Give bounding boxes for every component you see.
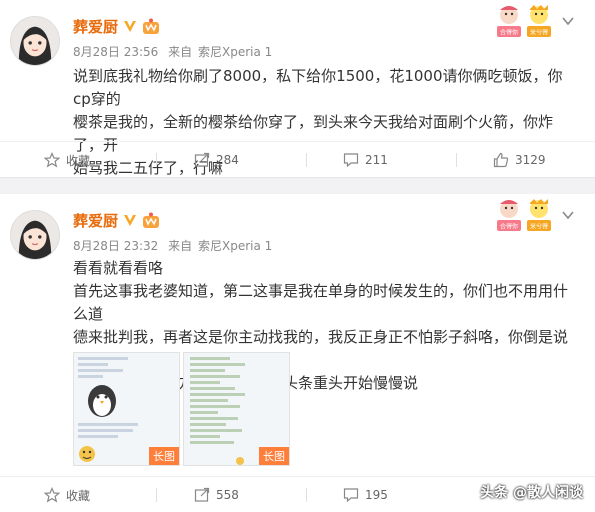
long-image-tag: 长图	[259, 447, 289, 465]
favorite-button[interactable]: 收藏	[44, 477, 90, 512]
comment-icon	[343, 153, 359, 168]
post-text-line: 首先这事我老婆知道，第二这事是我在单身的时候发生的，你们也不用用什么道	[73, 282, 569, 323]
divider	[156, 488, 157, 502]
sticker-left-label: 合得你	[500, 29, 518, 37]
weibo-post: 葬爱厨 8月28日 23:32 来自 索尼Xperia 1 合得你 米兮得 看看…	[0, 194, 595, 512]
sticker-right: 米兮得	[525, 198, 553, 232]
chevron-down-icon[interactable]	[561, 208, 575, 222]
repost-icon	[194, 487, 210, 502]
repost-count: 284	[216, 153, 239, 167]
repost-button[interactable]: 284	[194, 142, 239, 178]
sticker-right-label: 米兮得	[530, 223, 548, 231]
star-icon	[44, 487, 60, 503]
card-stickers: 合得你 米兮得	[495, 4, 553, 38]
comment-button[interactable]: 211	[343, 142, 388, 178]
action-bar: 收藏 284 211 3129	[0, 141, 595, 177]
post-source: 索尼Xperia 1	[197, 45, 273, 59]
source-prefix: 来自	[168, 239, 193, 253]
chevron-down-icon[interactable]	[561, 14, 575, 28]
like-button[interactable]: 3129	[493, 142, 546, 178]
watermark: 头条 @散人闲谈	[480, 485, 583, 501]
repost-count: 558	[216, 488, 239, 502]
post-meta: 8月28日 23:32 来自 索尼Xperia 1	[73, 237, 278, 254]
divider	[156, 153, 157, 167]
vip-crown-icon	[143, 212, 160, 228]
post-time[interactable]: 8月28日 23:32	[73, 239, 158, 253]
sticker-left: 合得你	[495, 198, 523, 232]
comment-count: 195	[365, 488, 388, 502]
vip-crown-icon	[143, 18, 160, 34]
divider	[306, 153, 307, 167]
thumbs-up-icon	[493, 152, 509, 168]
post-source: 索尼Xperia 1	[197, 239, 273, 253]
long-image-thumbnail[interactable]: 长图	[183, 352, 290, 466]
comment-button[interactable]: 195	[343, 477, 388, 512]
verified-v-icon	[124, 21, 137, 32]
favorite-label: 收藏	[66, 153, 91, 168]
favorite-label: 收藏	[66, 488, 91, 503]
favorite-button[interactable]: 收藏	[44, 142, 90, 178]
author-name[interactable]: 葬爱厨	[73, 16, 118, 37]
author-name[interactable]: 葬爱厨	[73, 210, 118, 231]
divider	[306, 488, 307, 502]
long-image-tag: 长图	[149, 447, 179, 465]
avatar[interactable]	[10, 16, 60, 66]
sticker-left-label: 合得你	[500, 223, 518, 231]
author-row: 葬爱厨	[73, 15, 160, 37]
sticker-right: 米兮得	[525, 4, 553, 38]
repost-button[interactable]: 558	[194, 477, 239, 512]
divider	[456, 153, 457, 167]
long-image-thumbnail[interactable]: 长图	[73, 352, 180, 466]
source-prefix: 来自	[168, 45, 193, 59]
avatar[interactable]	[10, 210, 60, 260]
post-text-line: 说到底我礼物给你刷了8000，私下给你1500，花1000请你俩吃顿饭，你cp穿…	[73, 67, 563, 108]
sticker-left: 合得你	[495, 4, 523, 38]
comment-count: 211	[365, 153, 388, 167]
card-stickers: 合得你 米兮得	[495, 198, 553, 232]
repost-icon	[194, 152, 210, 167]
author-row: 葬爱厨	[73, 209, 160, 231]
comment-icon	[343, 488, 359, 503]
post-time[interactable]: 8月28日 23:56	[73, 45, 158, 59]
star-icon	[44, 152, 60, 168]
post-text-line: 看看就看看咯	[73, 259, 164, 277]
verified-v-icon	[124, 215, 137, 226]
post-meta: 8月28日 23:56 来自 索尼Xperia 1	[73, 43, 278, 60]
like-count: 3129	[515, 153, 546, 167]
weibo-post: 葬爱厨 8月28日 23:56 来自 索尼Xperia 1 合得你 米兮得 说到…	[0, 0, 595, 178]
sticker-right-label: 米兮得	[530, 29, 548, 37]
